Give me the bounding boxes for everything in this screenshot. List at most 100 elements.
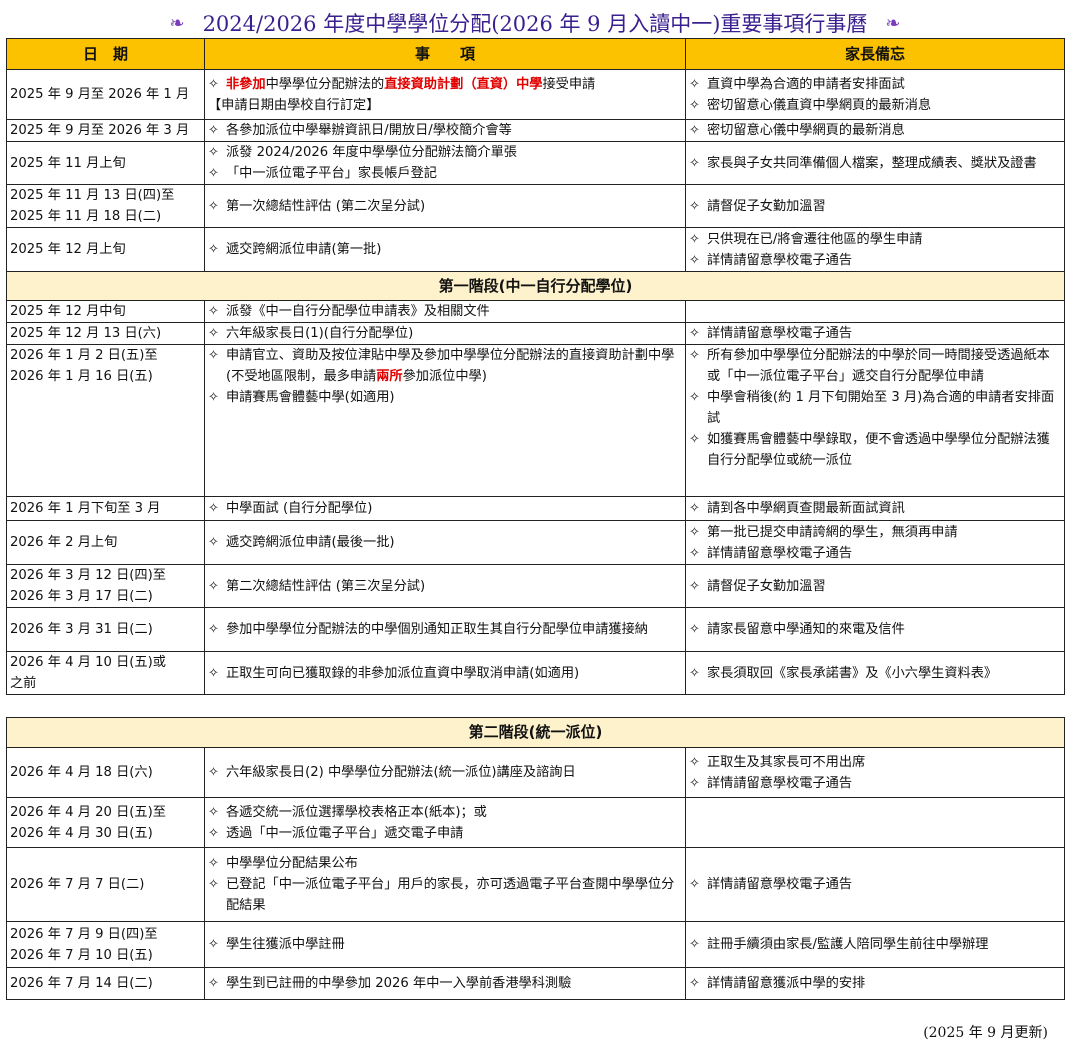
note-line: ✧ 詳情請留意學校電子通告 <box>689 250 1061 271</box>
row-item: ✧ 各遞交統一派位選擇學校表格正本(紙本)；或 ✧ 透過「中一派位電子平台」遞交電子申… <box>204 797 686 848</box>
item-text: 中學學位分配辦法的 <box>265 76 385 92</box>
item-text: 參加派位中學) <box>402 369 487 384</box>
row-note: ✧ 註冊手續須由家長/監護人陪同學生前往中學辦理 <box>685 921 1065 968</box>
item-text: 六年級家長日(2) 中學學位分配辦法(統一派位)講座及諮詢日 <box>226 765 576 780</box>
table-row: 2026 年 4 月 10 日(五)或 之前 ✧ 正取生可向已獲取錄的非參加派位直資中… <box>6 651 1065 695</box>
row-item: ✧ 非參加中學學位分配辦法的直接資助計劃（直資）中學接受申請【申請日期由學校自行訂… <box>204 69 686 120</box>
row-item: ✧ 遞交跨網派位申請(第一批) <box>204 227 686 272</box>
row-note: ✧ 詳情請留意獲派中學的安排 <box>685 967 1065 1000</box>
row-item: ✧ 派發《中一自行分配學位申請表》及相關文件 <box>204 300 686 323</box>
diamond-bullet-icon: ✧ <box>208 976 219 991</box>
row-note: ✧ 密切留意心儀中學網頁的最新消息 <box>685 119 1065 142</box>
note-line: ✧ 密切留意心儀中學網頁的最新消息 <box>689 121 1061 141</box>
table-row: 2025 年 12 月中旬 ✧ 派發《中一自行分配學位申請表》及相關文件 <box>6 300 1065 323</box>
item-line: ✧ 學生往獲派中學註冊 <box>208 934 682 955</box>
schedule-table-stage2: 第二階段(統一派位) 2026 年 4 月 18 日(六) ✧ 六年級家長日(2) 中… <box>6 717 1065 1000</box>
diamond-bullet-icon: ✧ <box>689 198 700 214</box>
note-line: ✧ 詳情請留意學校電子通告 <box>689 773 1061 794</box>
row-item: ✧ 正取生可向已獲取錄的非參加派位直資中學取消申請(如適用) <box>204 651 686 695</box>
row-item: ✧ 參加中學學位分配辦法的中學個別通知正取生其自行分配學位申請獲接納 <box>204 607 686 652</box>
item-line: ✧ 第一次總結性評估 (第二次呈分試) <box>208 196 682 217</box>
item-line: ✧ 派發《中一自行分配學位申請表》及相關文件 <box>208 302 682 322</box>
item-line: ✧ 「中一派位電子平台」家長帳戶登記 <box>208 163 682 184</box>
item-line: ✧ 中學學位分配結果公布 <box>208 853 682 874</box>
item-line: ✧ 已登記「中一派位電子平台」用戶的家長，亦可透過電子平台查閱中學學位分配結果 <box>208 874 682 916</box>
note-line: ✧ 中學會稍後(約 1 月下旬開始至 3 月)為合適的申請者安排面試 <box>689 387 1061 429</box>
row-item: ✧ 中學學位分配結果公布 ✧ 已登記「中一派位電子平台」用戶的家長，亦可透過電子平台查… <box>204 847 686 922</box>
diamond-bullet-icon: ✧ <box>689 231 700 247</box>
diamond-bullet-icon: ✧ <box>689 578 700 594</box>
note-line: ✧ 直資中學為合適的申請者安排面試 <box>689 74 1061 95</box>
row-note: ✧ 請督促子女勤加溫習 <box>685 564 1065 608</box>
item-line: ✧ 正取生可向已獲取錄的非參加派位直資中學取消申請(如適用) <box>208 663 682 684</box>
header-note: 家長備忘 <box>685 38 1065 70</box>
table-row: 2026 年 3 月 31 日(二) ✧ 參加中學學位分配辦法的中學個別通知正取生其… <box>6 607 1065 652</box>
item-text: 六年級家長日(1)(自行分配學位) <box>226 326 414 341</box>
item-line: ✧ 遞交跨網派位申請(第一批) <box>208 239 682 260</box>
diamond-bullet-icon: ✧ <box>208 535 219 550</box>
table-row: 2025 年 12 月上旬 ✧ 遞交跨網派位申請(第一批) ✧ 只供現在已/將會遷往他區… <box>6 227 1065 272</box>
item-line: ✧ 非參加中學學位分配辦法的直接資助計劃（直資）中學接受申請 <box>208 74 682 95</box>
item-line: ✧ 派發 2024/2026 年度中學學位分配辦法簡介單張 <box>208 143 682 164</box>
table-header-row: 日 期 事 項 家長備忘 <box>6 38 1065 70</box>
item-line: ✧ 各遞交統一派位選擇學校表格正本(紙本)；或 <box>208 802 682 823</box>
row-date: 2026 年 4 月 18 日(六) <box>6 747 205 798</box>
note-line: ✧ 密切留意心儀直資中學網頁的最新消息 <box>689 95 1061 116</box>
diamond-bullet-icon: ✧ <box>689 775 700 791</box>
item-text: 第二次總結性評估 (第三次呈分試) <box>226 578 426 594</box>
diamond-bullet-icon: ✧ <box>689 622 700 637</box>
row-date: 2026 年 4 月 20 日(五)至 2026 年 4 月 30 日(五) <box>6 797 205 848</box>
row-item: ✧ 中學面試 (自行分配學位) <box>204 496 686 521</box>
diamond-bullet-icon: ✧ <box>689 976 700 991</box>
item-line: ✧ 申請賽馬會體藝中學(如適用) <box>208 387 682 408</box>
row-date: 2025 年 12 月上旬 <box>6 227 205 272</box>
note-line: ✧ 請家長留意中學通知的來電及信件 <box>689 619 1061 640</box>
stage2-row-title: 第二階段(統一派位) <box>6 717 1065 748</box>
row-date: 2026 年 1 月 2 日(五)至 2026 年 1 月 16 日(五) <box>6 344 205 497</box>
row-date: 2026 年 3 月 12 日(四)至 2026 年 3 月 17 日(二) <box>6 564 205 608</box>
diamond-bullet-icon: ✧ <box>689 524 700 540</box>
update-note: (2025 年 9 月更新) <box>923 1025 1048 1041</box>
row-note: ✧ 請家長留意中學通知的來電及信件 <box>685 607 1065 652</box>
item-line: ✧ 申請官立、資助及按位津貼中學及參加中學學位分配辦法的直接資助計劃中學(不受地區… <box>208 346 682 388</box>
table-row: 2025 年 9 月至 2026 年 3 月 ✧ 各參加派位中學舉辦資訊日/開放日/… <box>6 119 1065 142</box>
highlight-text: 直接資助計劃（直資）中學 <box>384 76 543 92</box>
row-item: ✧ 各參加派位中學舉辦資訊日/開放日/學校簡介會等 <box>204 119 686 142</box>
row-date: 2026 年 2 月上旬 <box>6 520 205 565</box>
diamond-bullet-icon: ✧ <box>689 665 700 681</box>
row-item: ✧ 第一次總結性評估 (第二次呈分試) <box>204 184 686 228</box>
row-date: 2025 年 9 月至 2026 年 3 月 <box>6 119 205 142</box>
diamond-bullet-icon: ✧ <box>208 145 219 160</box>
header-date: 日 期 <box>6 38 205 70</box>
diamond-bullet-icon: ✧ <box>208 242 219 257</box>
item-subline: 【申請日期由學校自行訂定】 <box>208 97 380 113</box>
note-line: ✧ 詳情請留意獲派中學的安排 <box>689 973 1061 994</box>
item-text: 派發 2024/2026 年度中學學位分配辦法簡介單張 <box>226 145 517 160</box>
item-line: ✧ 透過「中一派位電子平台」遞交電子申請 <box>208 823 682 844</box>
row-note: ✧ 所有參加中學學位分配辦法的中學於同一時間接受透過紙本或「中一派位電子平台」遞交… <box>685 344 1065 497</box>
row-note <box>685 300 1065 323</box>
item-text: 遞交跨網派位申請(第一批) <box>226 242 382 257</box>
row-date: 2026 年 7 月 9 日(四)至 2026 年 7 月 10 日(五) <box>6 921 205 968</box>
note-line: ✧ 如獲賽馬會體藝中學錄取，便不會透過中學學位分配辦法獲自行分配學位或統一派位 <box>689 429 1061 471</box>
diamond-bullet-icon: ✧ <box>208 804 219 820</box>
item-text: 遞交跨網派位申請(最後一批) <box>226 535 395 550</box>
note-line: ✧ 所有參加中學學位分配辦法的中學於同一時間接受透過紙本或「中一派位電子平台」遞交… <box>689 346 1061 388</box>
diamond-bullet-icon: ✧ <box>208 765 219 780</box>
note-line: ✧ 家長須取回《家長承諾書》及《小六學生資料表》 <box>689 663 1061 684</box>
left-ornament-icon: ❧ <box>169 12 185 34</box>
item-line: ✧ 參加中學學位分配辦法的中學個別通知正取生其自行分配學位申請獲接納 <box>208 619 682 640</box>
table-row: 2026 年 4 月 20 日(五)至 2026 年 4 月 30 日(五) ✧ 各遞… <box>6 797 1065 848</box>
highlight-text: 兩所 <box>376 369 403 384</box>
diamond-bullet-icon: ✧ <box>689 877 700 892</box>
table-row: 2025 年 11 月 13 日(四)至 2025 年 11 月 18 日(二) ✧… <box>6 184 1065 228</box>
row-item: ✧ 派發 2024/2026 年度中學學位分配辦法簡介單張 ✧ 「中一派位電子平台」家… <box>204 141 686 185</box>
row-item: ✧ 六年級家長日(2) 中學學位分配辦法(統一派位)講座及諮詢日 <box>204 747 686 798</box>
row-note: ✧ 請督促子女勤加溫習 <box>685 184 1065 228</box>
diamond-bullet-icon: ✧ <box>208 166 219 181</box>
item-text: 接受申請 <box>542 76 596 92</box>
item-line: ✧ 第二次總結性評估 (第三次呈分試) <box>208 576 682 597</box>
note-line: ✧ 請督促子女勤加溫習 <box>689 576 1061 597</box>
diamond-bullet-icon: ✧ <box>689 76 700 92</box>
item-text: 學生往獲派中學註冊 <box>226 937 345 952</box>
